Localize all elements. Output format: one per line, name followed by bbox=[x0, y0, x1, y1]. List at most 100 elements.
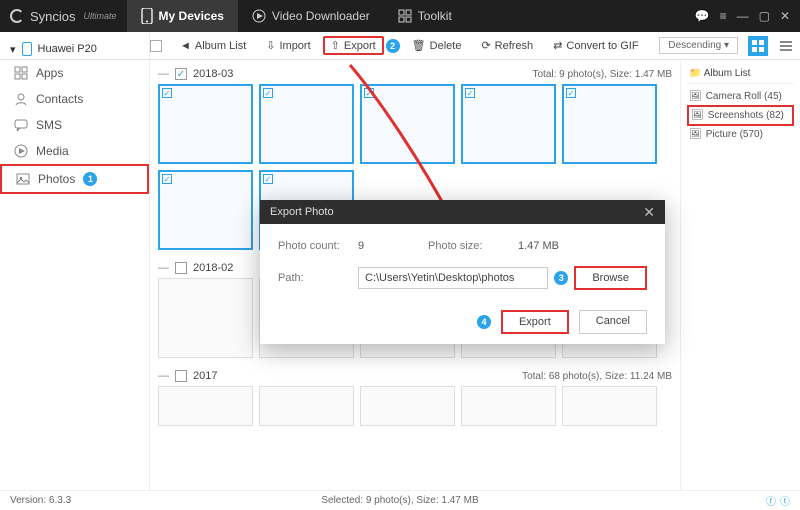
photo-thumb[interactable] bbox=[158, 386, 253, 426]
image-icon: 🖼 bbox=[689, 129, 702, 140]
image-icon: 🖼 bbox=[691, 110, 704, 121]
twitter-icon[interactable]: ⓣ bbox=[780, 493, 790, 508]
section-summary: Total: 9 photo(s), Size: 1.47 MB bbox=[532, 69, 672, 80]
photo-thumb[interactable]: ✓ bbox=[259, 84, 354, 164]
phone-icon bbox=[141, 8, 153, 24]
cancel-button[interactable]: Cancel bbox=[579, 310, 647, 334]
step-badge-4: 4 bbox=[477, 315, 491, 329]
dialog-title: Export Photo bbox=[270, 206, 334, 218]
section-checkbox[interactable]: ✓ bbox=[175, 68, 187, 80]
minimize-icon[interactable]: — bbox=[737, 9, 749, 23]
export-button[interactable]: Export bbox=[501, 310, 569, 334]
thumb-checkbox[interactable]: ✓ bbox=[566, 88, 576, 98]
message-icon[interactable]: 💬 bbox=[695, 9, 710, 23]
album-label: Picture (570) bbox=[706, 129, 763, 140]
sidebar-item-contacts[interactable]: Contacts bbox=[0, 86, 149, 112]
section-checkbox[interactable]: ✓ bbox=[175, 262, 187, 274]
section-checkbox[interactable]: ✓ bbox=[175, 370, 187, 382]
export-icon: ⇧ bbox=[331, 39, 340, 52]
photo-thumb[interactable]: ✓ bbox=[158, 84, 253, 164]
apps-icon bbox=[14, 66, 28, 80]
grid-icon bbox=[398, 9, 412, 23]
sidebar-item-photos[interactable]: Photos 1 bbox=[0, 164, 149, 194]
browse-button[interactable]: Browse bbox=[574, 266, 647, 290]
section-name: 2017 bbox=[193, 370, 217, 382]
photo-thumb[interactable]: ✓ bbox=[360, 84, 455, 164]
tool-refresh[interactable]: ⟳ Refresh bbox=[473, 36, 541, 55]
album-row-picture[interactable]: 🖼 Picture (570) bbox=[687, 126, 794, 143]
thumb-checkbox[interactable]: ✓ bbox=[263, 88, 273, 98]
step-badge-1: 1 bbox=[83, 172, 97, 186]
photos-icon bbox=[16, 172, 30, 186]
thumb-checkbox[interactable]: ✓ bbox=[263, 174, 273, 184]
maximize-icon[interactable]: ▢ bbox=[759, 9, 770, 23]
dialog-close-icon[interactable]: ✕ bbox=[643, 204, 655, 221]
refresh-icon: ⟳ bbox=[481, 39, 490, 52]
view-grid-button[interactable] bbox=[748, 36, 768, 56]
album-row-screenshots[interactable]: 🖼 Screenshots (82) bbox=[687, 105, 794, 126]
window-controls: 💬 ≡ — ▢ ✕ bbox=[685, 9, 800, 23]
tab-video-downloader[interactable]: Video Downloader bbox=[238, 0, 384, 32]
photo-thumb[interactable] bbox=[461, 386, 556, 426]
tab-toolkit[interactable]: Toolkit bbox=[384, 0, 466, 32]
photo-size-label: Photo size: bbox=[428, 240, 518, 252]
thumb-checkbox[interactable]: ✓ bbox=[364, 88, 374, 98]
path-input[interactable] bbox=[358, 267, 548, 289]
back-icon: ◄ bbox=[180, 40, 191, 52]
photo-count-label: Photo count: bbox=[278, 240, 358, 252]
section-name: 2018-03 bbox=[193, 68, 233, 80]
photo-thumb[interactable]: ✓ bbox=[158, 170, 253, 250]
tool-delete[interactable]: 🗑 Delete bbox=[404, 36, 470, 55]
sidebar-item-apps[interactable]: Apps bbox=[0, 60, 149, 86]
tool-export[interactable]: ⇧ Export bbox=[323, 36, 384, 55]
album-row-camera[interactable]: 🖼 Camera Roll (45) bbox=[687, 88, 794, 105]
tab-my-devices[interactable]: My Devices bbox=[127, 0, 238, 32]
menu-icon[interactable]: ≡ bbox=[720, 9, 727, 23]
photo-thumb[interactable]: ✓ bbox=[461, 84, 556, 164]
sort-dropdown[interactable]: Descending ▾ bbox=[659, 37, 738, 54]
tool-album-list[interactable]: ◄ Album List bbox=[172, 37, 254, 55]
photo-thumb[interactable] bbox=[259, 386, 354, 426]
app-logo: Syncios Ultimate bbox=[0, 9, 127, 24]
tab-label: Video Downloader bbox=[272, 9, 370, 23]
contacts-icon bbox=[14, 92, 28, 106]
app-name: Syncios bbox=[30, 9, 76, 24]
app-edition: Ultimate bbox=[84, 11, 117, 21]
section-header[interactable]: — ✓ 2017 Total: 68 photo(s), Size: 11.24… bbox=[158, 370, 672, 382]
sidebar-label: SMS bbox=[36, 118, 62, 132]
photo-thumb[interactable]: ✓ bbox=[562, 84, 657, 164]
tool-label: Refresh bbox=[495, 40, 534, 52]
photo-thumb[interactable] bbox=[360, 386, 455, 426]
dialog-titlebar: Export Photo ✕ bbox=[260, 200, 665, 224]
thumb-checkbox[interactable]: ✓ bbox=[465, 88, 475, 98]
thumb-checkbox[interactable]: ✓ bbox=[162, 88, 172, 98]
sidebar-label: Apps bbox=[36, 66, 63, 80]
step-badge-2: 2 bbox=[386, 39, 400, 53]
section-header[interactable]: — ✓ 2018-03 Total: 9 photo(s), Size: 1.4… bbox=[158, 68, 672, 80]
photo-size-value: 1.47 MB bbox=[518, 240, 559, 252]
select-all-checkbox[interactable] bbox=[150, 40, 162, 52]
photo-thumb[interactable] bbox=[158, 278, 253, 358]
tool-label: Album List bbox=[195, 40, 246, 52]
tool-import[interactable]: ⇩ Import bbox=[258, 36, 318, 55]
status-bar: Version: 6.3.3 Selected: 9 photo(s), Siz… bbox=[0, 490, 800, 510]
view-list-button[interactable] bbox=[776, 36, 796, 56]
path-label: Path: bbox=[278, 272, 358, 284]
facebook-icon[interactable]: ⓕ bbox=[766, 493, 776, 508]
photo-thumb[interactable] bbox=[562, 386, 657, 426]
tool-convert-gif[interactable]: ⇄ Convert to GIF bbox=[545, 36, 646, 55]
chevron-down-icon: ▾ bbox=[10, 43, 16, 56]
collapse-icon: — bbox=[158, 262, 169, 274]
sidebar-item-sms[interactable]: SMS bbox=[0, 112, 149, 138]
thumb-checkbox[interactable]: ✓ bbox=[162, 174, 172, 184]
selection-text: Selected: 9 photo(s), Size: 1.47 MB bbox=[321, 495, 478, 506]
device-entry[interactable]: ▾ Huawei P20 bbox=[0, 38, 149, 60]
tool-label: Delete bbox=[430, 40, 462, 52]
close-icon[interactable]: ✕ bbox=[780, 9, 790, 23]
album-label: Screenshots (82) bbox=[708, 110, 784, 121]
sidebar-label: Photos bbox=[38, 172, 75, 186]
section-summary: Total: 68 photo(s), Size: 11.24 MB bbox=[522, 371, 672, 382]
trash-icon: 🗑 bbox=[412, 39, 426, 52]
sidebar-item-media[interactable]: Media bbox=[0, 138, 149, 164]
device-name: Huawei P20 bbox=[38, 43, 97, 55]
